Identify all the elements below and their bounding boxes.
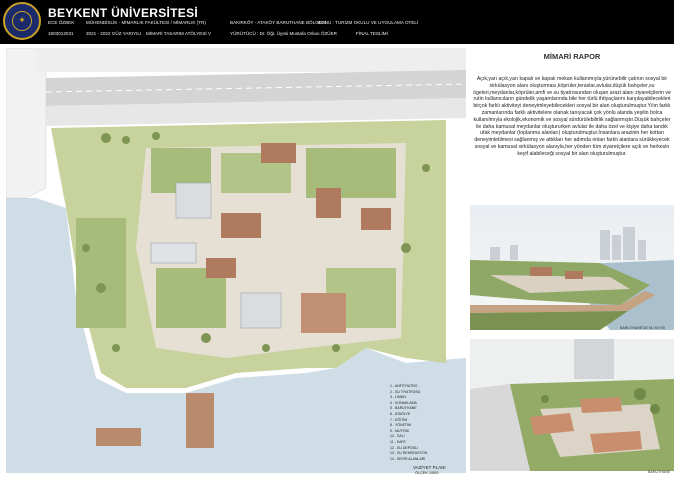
term-label: 2021 - 2022 GÜZ YARIYILI [86,31,142,36]
plan-title: VAZİYET PLANI [413,465,446,470]
tower [574,339,614,379]
upper-street [36,48,466,72]
report-title: MİMARİ RAPOR [543,52,601,61]
render1-caption: BARUTHANE'DE SU KIYISI [620,326,666,330]
roof-workshop [206,258,236,278]
roof-baruthane-2 [316,188,341,218]
legend-item: 13 - SU REKREASYON [390,451,428,456]
university-logo: ✦ [3,2,41,40]
site-label: BAKIRKÖY - ATAKÖY BARUTHANE BÖLGESİ [230,20,327,25]
roof-baruthane-3 [361,208,391,230]
university-name: BEYKENT ÜNİVERSİTESİ [48,6,199,20]
header-bar: ✦ BEYKENT ÜNİVERSİTESİ ECE ÖZBEK 1803012… [0,0,674,44]
roof-baruthane-1 [261,143,296,163]
roof-education [301,293,346,333]
student-number: 1803012031 [48,31,74,36]
render-waterfront [470,205,674,330]
glass-block-3 [150,242,197,264]
building-a [530,267,552,276]
studio-label: MİMARİ TASARIM ATÖLYESİ V [146,31,212,36]
deck [96,428,141,446]
glass-block-2 [240,292,282,329]
plan-legend: 1 - ANFİTİYATRO 2 - SU TİYATROSU 3 - LİM… [390,384,427,462]
faculty-label: MÜHENDİSLİK - MİMARLIK FAKÜLTESİ / MİMAR… [86,20,206,25]
building-b [565,271,583,279]
roof-accommodation [221,213,261,238]
pier [186,393,214,448]
legend-item: 14 - SEYİR ALANLARI [390,456,426,461]
plan-scale: ÖLÇEK 1/500 [415,471,439,475]
topic-label: KONU : TURİZM OKULU VE UYGULAMA OTELİ [318,20,419,25]
report-body: Açık,yarı açık,yarı kapalı ve kapalı mek… [473,76,671,157]
logo-star-icon: ✦ [18,15,26,25]
tutor-label: YÜRÜTÜCÜ : Dr. Öğr. Üyesi Mustafa Orkun … [230,31,337,36]
student-name: ECE ÖZBEK [48,20,75,25]
garden-6 [76,218,126,328]
glass-block-1 [175,182,212,219]
render2-caption: BARUTHANE [648,470,671,474]
submission-label: FİNAL TESLİMİ [356,31,388,36]
render-baruthane [470,339,674,471]
